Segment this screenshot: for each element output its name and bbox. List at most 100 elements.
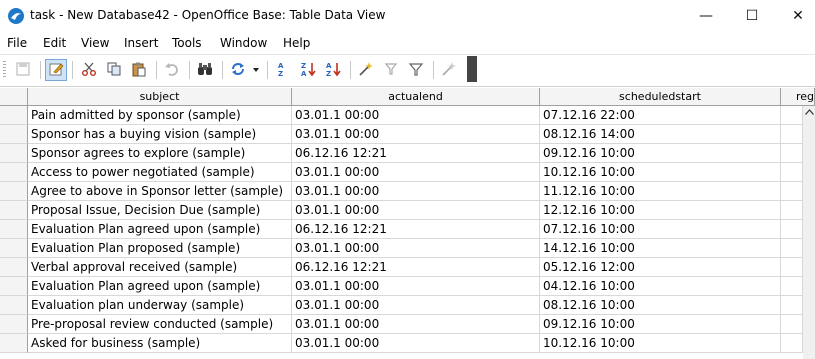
menu-view[interactable]: View xyxy=(81,36,109,50)
cell-scheduledstart[interactable]: 07.12.16 22:00 xyxy=(540,106,781,125)
cell-actualend[interactable]: 06.12.16 12:21 xyxy=(292,258,540,277)
cell-actualend[interactable]: 06.12.16 12:21 xyxy=(292,220,540,239)
refresh-button[interactable] xyxy=(227,59,249,81)
cell-subject[interactable]: Evaluation Plan agreed upon (sample) xyxy=(28,220,292,239)
cell-reg[interactable] xyxy=(781,239,803,258)
cell-subject[interactable]: Access to power negotiated (sample) xyxy=(28,163,292,182)
minimize-button[interactable]: — xyxy=(683,0,729,32)
refresh-dropdown-button[interactable] xyxy=(250,59,262,81)
cell-reg[interactable] xyxy=(781,315,803,334)
row-header[interactable] xyxy=(0,163,28,182)
cell-subject[interactable]: Sponsor agrees to explore (sample) xyxy=(28,144,292,163)
menu-file[interactable]: File xyxy=(7,36,27,50)
toolbar-grip[interactable] xyxy=(3,61,6,79)
cell-reg[interactable] xyxy=(781,334,803,353)
cell-subject[interactable]: Evaluation plan underway (sample) xyxy=(28,296,292,315)
cut-button[interactable] xyxy=(78,59,100,81)
cell-reg[interactable] xyxy=(781,106,803,125)
cell-scheduledstart[interactable]: 09.12.16 10:00 xyxy=(540,144,781,163)
cell-reg[interactable] xyxy=(781,163,803,182)
cell-actualend[interactable]: 03.01.1 00:00 xyxy=(292,106,540,125)
paste-button[interactable] xyxy=(128,59,150,81)
cell-actualend[interactable]: 03.01.1 00:00 xyxy=(292,277,540,296)
row-header[interactable] xyxy=(0,106,28,125)
cell-reg[interactable] xyxy=(781,220,803,239)
row-header[interactable] xyxy=(0,125,28,144)
cell-subject[interactable]: Evaluation Plan proposed (sample) xyxy=(28,239,292,258)
cell-actualend[interactable]: 03.01.1 00:00 xyxy=(292,334,540,353)
apply-filter-button[interactable] xyxy=(405,59,427,81)
cell-reg[interactable] xyxy=(781,125,803,144)
cell-scheduledstart[interactable]: 08.12.16 14:00 xyxy=(540,125,781,144)
row-header[interactable] xyxy=(0,296,28,315)
cell-scheduledstart[interactable]: 07.12.16 10:00 xyxy=(540,220,781,239)
cell-subject[interactable]: Proposal Issue, Decision Due (sample) xyxy=(28,201,292,220)
row-header[interactable] xyxy=(0,144,28,163)
scroll-up-button[interactable] xyxy=(803,106,815,120)
cell-actualend[interactable]: 03.01.1 00:00 xyxy=(292,315,540,334)
cell-scheduledstart[interactable]: 08.12.16 10:00 xyxy=(540,296,781,315)
cell-scheduledstart[interactable]: 14.12.16 10:00 xyxy=(540,239,781,258)
row-header[interactable] xyxy=(0,201,28,220)
corner-cell[interactable] xyxy=(0,88,28,106)
row-header[interactable] xyxy=(0,182,28,201)
vertical-scrollbar[interactable] xyxy=(803,106,815,359)
column-header-actualend[interactable]: actualend xyxy=(292,88,540,106)
row-header[interactable] xyxy=(0,258,28,277)
cell-reg[interactable] xyxy=(781,296,803,315)
menu-tools[interactable]: Tools xyxy=(172,36,202,50)
row-header[interactable] xyxy=(0,277,28,296)
copy-button[interactable] xyxy=(103,59,125,81)
cell-actualend[interactable]: 03.01.1 00:00 xyxy=(292,182,540,201)
cell-actualend[interactable]: 03.01.1 00:00 xyxy=(292,201,540,220)
sort-descending-button[interactable]: ZA xyxy=(297,59,319,81)
menu-insert[interactable]: Insert xyxy=(124,36,158,50)
menu-window[interactable]: Window xyxy=(220,36,267,50)
cell-actualend[interactable]: 03.01.1 00:00 xyxy=(292,163,540,182)
cell-actualend[interactable]: 03.01.1 00:00 xyxy=(292,239,540,258)
cell-scheduledstart[interactable]: 09.12.16 10:00 xyxy=(540,315,781,334)
find-record-button[interactable] xyxy=(194,59,216,81)
cell-subject[interactable]: Asked for business (sample) xyxy=(28,334,292,353)
menu-help[interactable]: Help xyxy=(283,36,310,50)
cell-scheduledstart[interactable]: 05.12.16 12:00 xyxy=(540,258,781,277)
column-header-scheduledstart[interactable]: scheduledstart xyxy=(540,88,781,106)
cell-subject[interactable]: Pre-proposal review conducted (sample) xyxy=(28,315,292,334)
cell-scheduledstart[interactable]: 11.12.16 10:00 xyxy=(540,182,781,201)
cell-scheduledstart[interactable]: 10.12.16 10:00 xyxy=(540,334,781,353)
cell-reg[interactable] xyxy=(781,144,803,163)
cell-actualend[interactable]: 06.12.16 12:21 xyxy=(292,144,540,163)
maximize-button[interactable]: ☐ xyxy=(729,0,775,32)
cell-subject[interactable]: Agree to above in Sponsor letter (sample… xyxy=(28,182,292,201)
save-record-button[interactable] xyxy=(12,59,34,81)
toolbar-overflow-button[interactable] xyxy=(467,56,477,82)
undo-button[interactable] xyxy=(161,59,183,81)
row-header[interactable] xyxy=(0,334,28,353)
edit-data-button[interactable] xyxy=(45,59,67,81)
cell-reg[interactable] xyxy=(781,277,803,296)
cell-subject[interactable]: Sponsor has a buying vision (sample) xyxy=(28,125,292,144)
remove-filter-button[interactable] xyxy=(438,59,460,81)
cell-reg[interactable] xyxy=(781,258,803,277)
cell-reg[interactable] xyxy=(781,201,803,220)
cell-scheduledstart[interactable]: 12.12.16 10:00 xyxy=(540,201,781,220)
autofilter-button[interactable] xyxy=(355,59,377,81)
cell-actualend[interactable]: 03.01.1 00:00 xyxy=(292,125,540,144)
cell-reg[interactable] xyxy=(781,182,803,201)
row-header[interactable] xyxy=(0,239,28,258)
row-header[interactable] xyxy=(0,220,28,239)
cell-actualend[interactable]: 03.01.1 00:00 xyxy=(292,296,540,315)
close-button[interactable]: ✕ xyxy=(775,0,815,32)
column-header-subject[interactable]: subject xyxy=(28,88,292,106)
sort-ascending-button[interactable]: AZ xyxy=(272,59,294,81)
sort-button[interactable]: AZ xyxy=(322,59,344,81)
column-header-reg[interactable]: reg xyxy=(781,88,815,106)
row-header[interactable] xyxy=(0,315,28,334)
standard-filter-button[interactable] xyxy=(380,59,402,81)
cell-scheduledstart[interactable]: 04.12.16 10:00 xyxy=(540,277,781,296)
cell-subject[interactable]: Pain admitted by sponsor (sample) xyxy=(28,106,292,125)
cell-subject[interactable]: Verbal approval received (sample) xyxy=(28,258,292,277)
cell-subject[interactable]: Evaluation Plan agreed upon (sample) xyxy=(28,277,292,296)
cell-scheduledstart[interactable]: 10.12.16 10:00 xyxy=(540,163,781,182)
menu-edit[interactable]: Edit xyxy=(43,36,66,50)
